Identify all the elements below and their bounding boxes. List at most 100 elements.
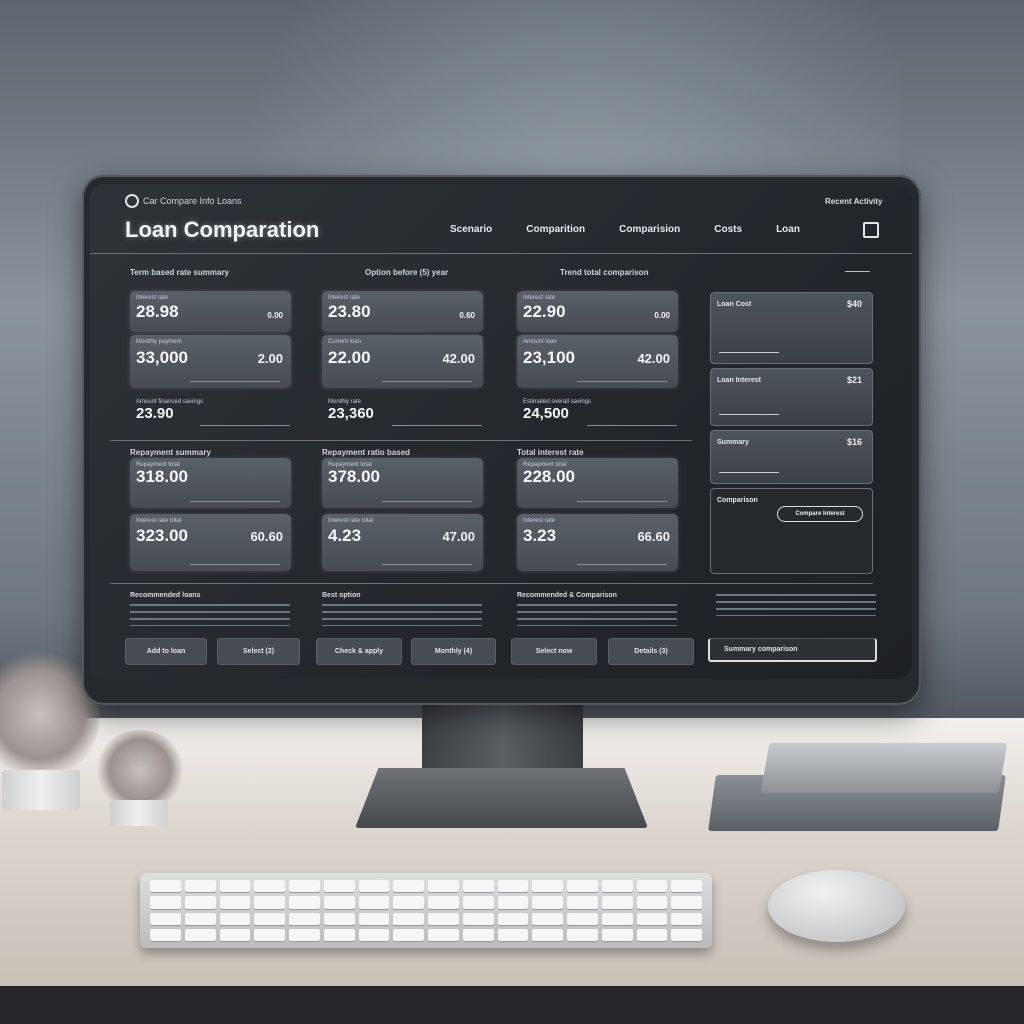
stat-label: Current loan bbox=[328, 339, 362, 345]
action-button[interactable]: Select (2) bbox=[217, 638, 300, 665]
key bbox=[289, 880, 320, 893]
key bbox=[462, 928, 494, 941]
key bbox=[601, 880, 633, 893]
key bbox=[497, 880, 529, 893]
side-card[interactable]: Summary $16 bbox=[710, 430, 873, 484]
side-card[interactable]: Loan Cost $40 bbox=[710, 292, 873, 364]
key bbox=[289, 928, 320, 941]
stat-label: Interest rate bbox=[523, 295, 556, 301]
stat-secondary: 0.00 bbox=[654, 311, 670, 320]
stat-bar bbox=[577, 564, 667, 565]
nav-item[interactable]: Scenario bbox=[450, 224, 492, 235]
key bbox=[393, 928, 424, 941]
side-card-bar bbox=[719, 352, 779, 353]
action-button[interactable]: Check & apply bbox=[316, 638, 402, 665]
key bbox=[567, 896, 598, 909]
key bbox=[219, 928, 251, 941]
note-title: Recommended & Comparison bbox=[517, 592, 617, 599]
key bbox=[254, 928, 285, 941]
keyboard bbox=[140, 873, 712, 948]
action-button[interactable]: Monthly (4) bbox=[411, 638, 496, 665]
nav-item[interactable]: Comparition bbox=[526, 224, 585, 235]
section-header: Repayment summary bbox=[130, 448, 211, 457]
key bbox=[184, 880, 216, 893]
stat-bar bbox=[577, 381, 667, 382]
stat-label: Monthly payment bbox=[136, 339, 182, 345]
stat-bar bbox=[392, 425, 482, 426]
stat-card: Current loan 22.00 42.00 bbox=[322, 335, 483, 388]
divider bbox=[110, 583, 873, 584]
nav-item[interactable]: Costs bbox=[714, 224, 742, 235]
key bbox=[532, 880, 563, 893]
key bbox=[184, 912, 216, 925]
stat-bar bbox=[190, 381, 280, 382]
stat-bar bbox=[200, 425, 290, 426]
indicator bbox=[845, 271, 870, 272]
key bbox=[636, 912, 668, 925]
plant-small bbox=[95, 730, 185, 810]
action-button[interactable]: Select now bbox=[511, 638, 597, 665]
brand-text: Car Compare Info Loans bbox=[143, 196, 242, 206]
summary-bar[interactable]: Summary comparison bbox=[708, 638, 877, 662]
section-header: Term based rate summary bbox=[130, 268, 230, 277]
key bbox=[428, 912, 459, 925]
key bbox=[254, 912, 285, 925]
stat-value: 28.98 bbox=[136, 302, 179, 321]
key bbox=[184, 896, 216, 909]
monitor-base bbox=[355, 768, 648, 828]
divider bbox=[90, 253, 912, 254]
side-card[interactable]: Loan Interest $21 bbox=[710, 368, 873, 426]
key bbox=[601, 912, 633, 925]
key bbox=[462, 880, 494, 893]
action-button[interactable]: Details (3) bbox=[608, 638, 694, 665]
recent-link[interactable]: Recent Activity bbox=[825, 197, 883, 206]
stat-secondary: 0.60 bbox=[459, 311, 475, 320]
key bbox=[497, 912, 529, 925]
key bbox=[150, 928, 181, 941]
key bbox=[393, 880, 424, 893]
compare-button[interactable]: Compare Interest bbox=[777, 506, 863, 522]
key bbox=[358, 880, 390, 893]
key bbox=[428, 880, 459, 893]
key bbox=[323, 928, 355, 941]
stat-value: 4.23 bbox=[328, 526, 362, 545]
desk-edge bbox=[0, 986, 1024, 1024]
side-card-title: Loan Interest bbox=[717, 377, 761, 384]
stat-card: Monthly payment 33,000 2.00 bbox=[130, 335, 291, 388]
note-text-lines bbox=[716, 594, 876, 616]
nav-item[interactable]: Comparision bbox=[619, 224, 680, 235]
key bbox=[671, 880, 702, 893]
side-card-bar bbox=[719, 414, 779, 415]
stat-value: 318.00 bbox=[136, 467, 188, 486]
note-text-lines bbox=[130, 604, 290, 626]
mouse bbox=[768, 870, 905, 942]
action-button[interactable]: Add to loan bbox=[125, 638, 207, 665]
side-card-bar bbox=[719, 472, 779, 473]
key bbox=[323, 896, 355, 909]
key bbox=[567, 928, 598, 941]
stat-card: Repayment total 228.00 bbox=[517, 458, 678, 508]
stat-value: 228.00 bbox=[523, 467, 575, 486]
key bbox=[184, 928, 216, 941]
note-title: Recommended loans bbox=[130, 592, 201, 599]
key bbox=[671, 928, 702, 941]
key bbox=[289, 912, 320, 925]
nav-item[interactable]: Loan bbox=[776, 224, 800, 235]
note-block: Best option bbox=[322, 591, 482, 626]
stat-value: 23.90 bbox=[136, 405, 174, 422]
key bbox=[428, 928, 459, 941]
stat-card: Interest rate 22.90 0.00 bbox=[517, 291, 678, 332]
side-card-value: $40 bbox=[846, 299, 862, 309]
menu-icon[interactable] bbox=[863, 222, 879, 238]
stat-value: 23.80 bbox=[328, 302, 371, 321]
key bbox=[150, 880, 181, 893]
key bbox=[254, 896, 285, 909]
key bbox=[393, 912, 424, 925]
page-title: Loan Comparation bbox=[125, 217, 320, 242]
book-top bbox=[760, 743, 1008, 793]
key bbox=[636, 896, 668, 909]
stat-card: Interest rate 28.98 0.00 bbox=[130, 291, 291, 332]
stat-value: 23,360 bbox=[328, 405, 374, 422]
key bbox=[462, 912, 494, 925]
stat-card: Interest rate 23.80 0.60 bbox=[322, 291, 483, 332]
